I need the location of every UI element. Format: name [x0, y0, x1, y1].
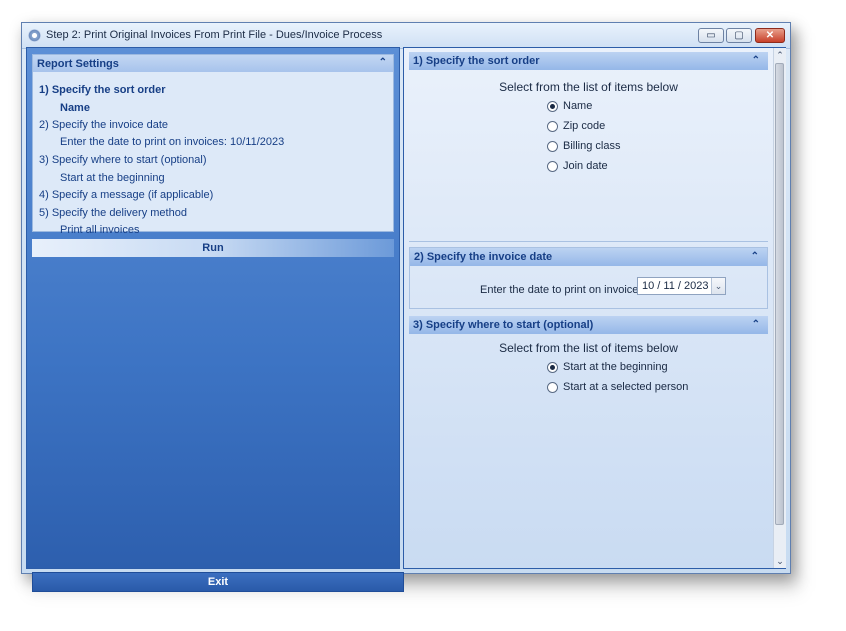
- radio-label: Join date: [563, 160, 608, 172]
- collapse-icon[interactable]: ⌃: [752, 55, 760, 66]
- radio-label: Name: [563, 100, 593, 112]
- collapse-icon[interactable]: ⌃: [379, 57, 387, 68]
- window-title: Step 2: Print Original Invoices From Pri…: [46, 29, 383, 41]
- radio-button[interactable]: [547, 100, 558, 112]
- radio-sort-join-date[interactable]: Join date: [547, 159, 608, 173]
- start-header[interactable]: 3) Specify where to start (optional) ⌃: [409, 316, 768, 334]
- close-icon: ✕: [765, 30, 775, 41]
- summary-step-1[interactable]: 1) Specify the sort order: [39, 84, 166, 96]
- radio-sort-billing-class[interactable]: Billing class: [547, 139, 620, 153]
- start-prompt: Select from the list of items below: [499, 341, 678, 355]
- scrollbar-thumb[interactable]: [775, 63, 784, 525]
- invoice-date-section: 2) Specify the invoice date ⌃ Enter the …: [409, 247, 768, 309]
- radio-button[interactable]: [547, 361, 558, 373]
- radio-button[interactable]: [547, 140, 558, 152]
- start-section: 3) Specify where to start (optional) ⌃ S…: [409, 316, 768, 556]
- summary-date-value: Enter the date to print on invoices: 10/…: [60, 136, 285, 148]
- summary-step-4[interactable]: 4) Specify a message (if applicable): [39, 189, 213, 201]
- summary-delivery-value: Print all invoices: [60, 224, 140, 236]
- scroll-up-icon[interactable]: ⌃: [774, 48, 786, 62]
- start-title: 3) Specify where to start (optional): [413, 319, 594, 331]
- sort-order-header[interactable]: 1) Specify the sort order ⌃: [409, 52, 768, 70]
- left-pane: Report Settings ⌃ 1) Specify the sort or…: [26, 47, 404, 592]
- summary-step-3[interactable]: 3) Specify where to start (optional): [39, 154, 207, 166]
- report-settings-title: Report Settings: [37, 58, 119, 70]
- radio-label: Zip code: [563, 120, 606, 132]
- scroll-down-icon[interactable]: ⌄: [774, 554, 786, 568]
- maximize-button[interactable]: ▢: [726, 28, 752, 43]
- title-bar[interactable]: Step 2: Print Original Invoices From Pri…: [22, 23, 790, 49]
- radio-sort-zip[interactable]: Zip code: [547, 119, 605, 133]
- maximize-icon: ▢: [734, 30, 744, 41]
- right-pane: 1) Specify the sort order ⌃ Select from …: [403, 47, 786, 569]
- sort-order-prompt: Select from the list of items below: [499, 80, 678, 94]
- radio-label: Start at the beginning: [563, 361, 668, 373]
- summary-step-2[interactable]: 2) Specify the invoice date: [39, 119, 168, 131]
- radio-label: Billing class: [563, 140, 621, 152]
- invoice-date-title: 2) Specify the invoice date: [414, 251, 553, 263]
- sort-order-section: 1) Specify the sort order ⌃ Select from …: [409, 52, 768, 242]
- radio-button[interactable]: [547, 381, 558, 393]
- minimize-button[interactable]: ▭: [698, 28, 724, 43]
- radio-start-beginning[interactable]: Start at the beginning: [547, 360, 668, 374]
- radio-sort-name[interactable]: Name: [547, 99, 592, 113]
- summary-step-5[interactable]: 5) Specify the delivery method: [39, 207, 187, 219]
- gear-icon: [28, 29, 41, 42]
- radio-label: Start at a selected person: [563, 381, 689, 393]
- summary-start-value: Start at the beginning: [60, 172, 165, 184]
- exit-button[interactable]: Exit: [32, 572, 404, 592]
- invoice-date-label: Enter the date to print on invoices:: [480, 284, 647, 296]
- collapse-icon[interactable]: ⌃: [752, 319, 760, 330]
- dialog-window: Step 2: Print Original Invoices From Pri…: [21, 22, 791, 592]
- run-button[interactable]: Run: [32, 239, 394, 257]
- summary-sort-value: Name: [60, 102, 90, 114]
- radio-button[interactable]: [547, 120, 558, 132]
- report-settings-panel: Report Settings ⌃ 1) Specify the sort or…: [32, 54, 394, 236]
- chevron-down-icon[interactable]: ⌄: [711, 278, 725, 294]
- vertical-scrollbar[interactable]: ⌃ ⌄: [773, 48, 786, 568]
- report-settings-header[interactable]: Report Settings ⌃: [33, 55, 393, 72]
- radio-start-selected-person[interactable]: Start at a selected person: [547, 380, 688, 394]
- invoice-date-value[interactable]: 10 / 11 / 2023: [642, 280, 708, 292]
- radio-button[interactable]: [547, 160, 558, 172]
- collapse-icon[interactable]: ⌃: [751, 251, 759, 262]
- section-divider: [409, 241, 768, 242]
- sort-order-title: 1) Specify the sort order: [413, 55, 540, 67]
- invoice-date-header[interactable]: 2) Specify the invoice date ⌃: [410, 248, 767, 266]
- invoice-date-picker[interactable]: 10 / 11 / 2023 ⌄: [637, 277, 726, 295]
- close-button[interactable]: ✕: [755, 28, 785, 43]
- minimize-icon: ▭: [706, 30, 716, 41]
